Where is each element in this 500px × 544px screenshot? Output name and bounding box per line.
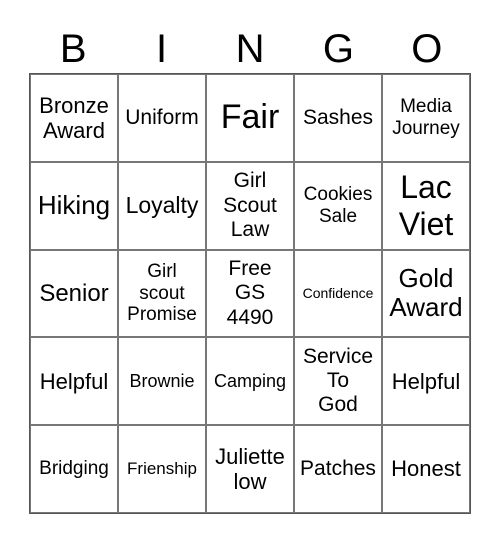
bingo-cell[interactable]: Lac Viet	[382, 161, 470, 250]
header-letter: O	[411, 27, 443, 71]
bingo-cell[interactable]: Cookies Sale	[294, 161, 382, 250]
bingo-cell[interactable]: Bridging	[30, 425, 118, 513]
bingo-cell[interactable]: Free GS 4490	[206, 249, 294, 338]
bingo-cell[interactable]: Camping	[206, 337, 294, 426]
bingo-cell[interactable]: Bronze Award	[30, 74, 118, 162]
bingo-cell[interactable]: Frienship	[118, 425, 206, 513]
bingo-cell[interactable]: Confidence	[294, 249, 382, 338]
bingo-cell[interactable]: Girl scout Promise	[118, 249, 206, 338]
bingo-cell[interactable]: Fair	[206, 74, 294, 162]
bingo-grid: Bronze Award Uniform Fair Sashes Media Journ…	[29, 73, 471, 514]
bingo-cell[interactable]: Helpful	[382, 337, 470, 426]
header-letter: G	[322, 27, 354, 71]
bingo-cell[interactable]: Juliette low	[206, 425, 294, 513]
bingo-cell[interactable]: Honest	[382, 425, 470, 513]
bingo-cell[interactable]: Uniform	[118, 74, 206, 162]
header-letter: B	[59, 27, 87, 71]
bingo-cell[interactable]: Hiking	[30, 161, 118, 250]
bingo-cell[interactable]: Sashes	[294, 74, 382, 162]
bingo-cell[interactable]: Senior	[30, 249, 118, 338]
header-letter: N	[235, 27, 265, 71]
header-letter: I	[156, 27, 168, 71]
bingo-cell[interactable]: Service To God	[294, 337, 382, 426]
bingo-header: B I N G O	[29, 26, 471, 72]
bingo-cell[interactable]: Media Journey	[382, 74, 470, 162]
bingo-cell[interactable]: Girl Scout Law	[206, 161, 294, 250]
bingo-cell[interactable]: Patches	[294, 425, 382, 513]
bingo-cell[interactable]: Loyalty	[118, 161, 206, 250]
bingo-cell[interactable]: Helpful	[30, 337, 118, 426]
bingo-cell[interactable]: Gold Award	[382, 249, 470, 338]
bingo-cell[interactable]: Brownie	[118, 337, 206, 426]
